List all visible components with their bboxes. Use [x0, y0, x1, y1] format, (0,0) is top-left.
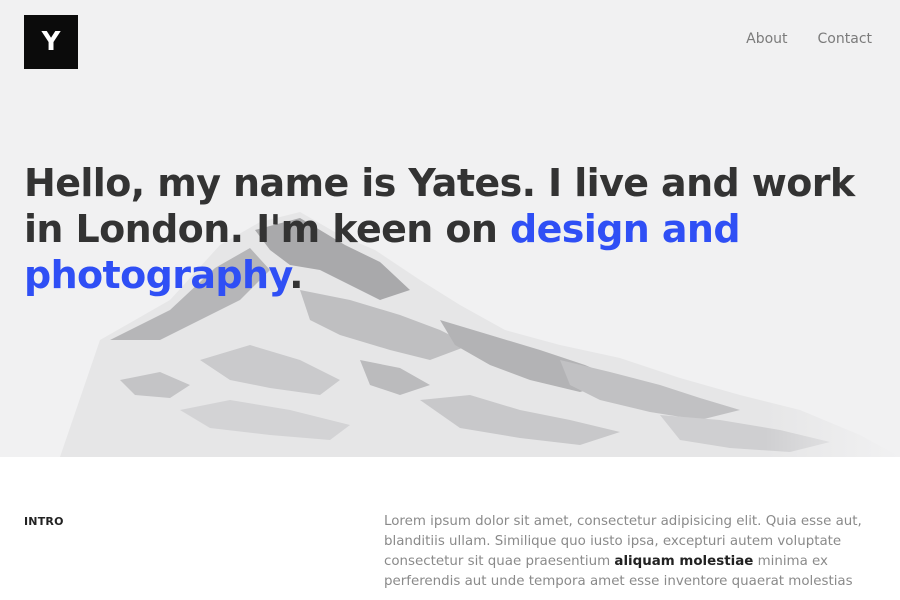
intro-paragraph: Lorem ipsum dolor sit amet, consectetur … [384, 512, 864, 592]
hero-headline: Hello, my name is Yates. I live and work… [24, 160, 884, 298]
nav-link-about[interactable]: About [746, 31, 787, 47]
page: Y About Contact Hello, my name is Yates.… [0, 0, 900, 600]
hero-section: Y About Contact Hello, my name is Yates.… [0, 0, 900, 457]
headline-period: . [289, 253, 303, 297]
nav-link-contact[interactable]: Contact [818, 31, 872, 47]
main-nav: About Contact [746, 31, 872, 47]
site-logo[interactable]: Y [24, 15, 78, 69]
intro-label: INTRO [24, 515, 64, 528]
intro-text-bold: aliquam molestiae [614, 554, 754, 569]
